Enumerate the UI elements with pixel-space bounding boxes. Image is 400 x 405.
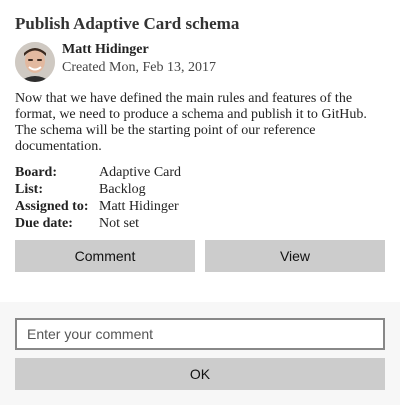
fact-row-board: Board: Adaptive Card [15, 164, 181, 181]
fact-value: Not set [99, 216, 140, 231]
fact-row-assigned: Assigned to: Matt Hidinger [15, 198, 181, 215]
fact-key: List: [15, 182, 43, 197]
author-avatar [15, 42, 55, 82]
card-description: Now that we have defined the main rules … [15, 91, 367, 154]
card-title: Publish Adaptive Card schema [15, 14, 240, 33]
adaptive-card: Publish Adaptive Card schema Matt Hiding… [0, 0, 400, 302]
fact-value: Backlog [99, 182, 146, 197]
comment-button[interactable]: Comment [15, 240, 195, 272]
avatar-image [15, 42, 55, 82]
created-date: Created Mon, Feb 13, 2017 [62, 60, 216, 75]
view-button[interactable]: View [205, 240, 385, 272]
comment-panel: OK [0, 302, 400, 405]
fact-key: Assigned to: [15, 199, 89, 214]
fact-row-due-date: Due date: Not set [15, 215, 181, 232]
author-name: Matt Hidinger [62, 42, 149, 57]
fact-value: Adaptive Card [99, 165, 182, 180]
fact-key: Board: [15, 165, 57, 180]
fact-key: Due date: [15, 216, 73, 231]
ok-button[interactable]: OK [15, 358, 385, 390]
fact-set: Board: Adaptive Card List: Backlog Assig… [15, 164, 181, 232]
fact-row-list: List: Backlog [15, 181, 181, 198]
comment-input[interactable] [15, 318, 385, 350]
fact-value: Matt Hidinger [99, 199, 179, 214]
